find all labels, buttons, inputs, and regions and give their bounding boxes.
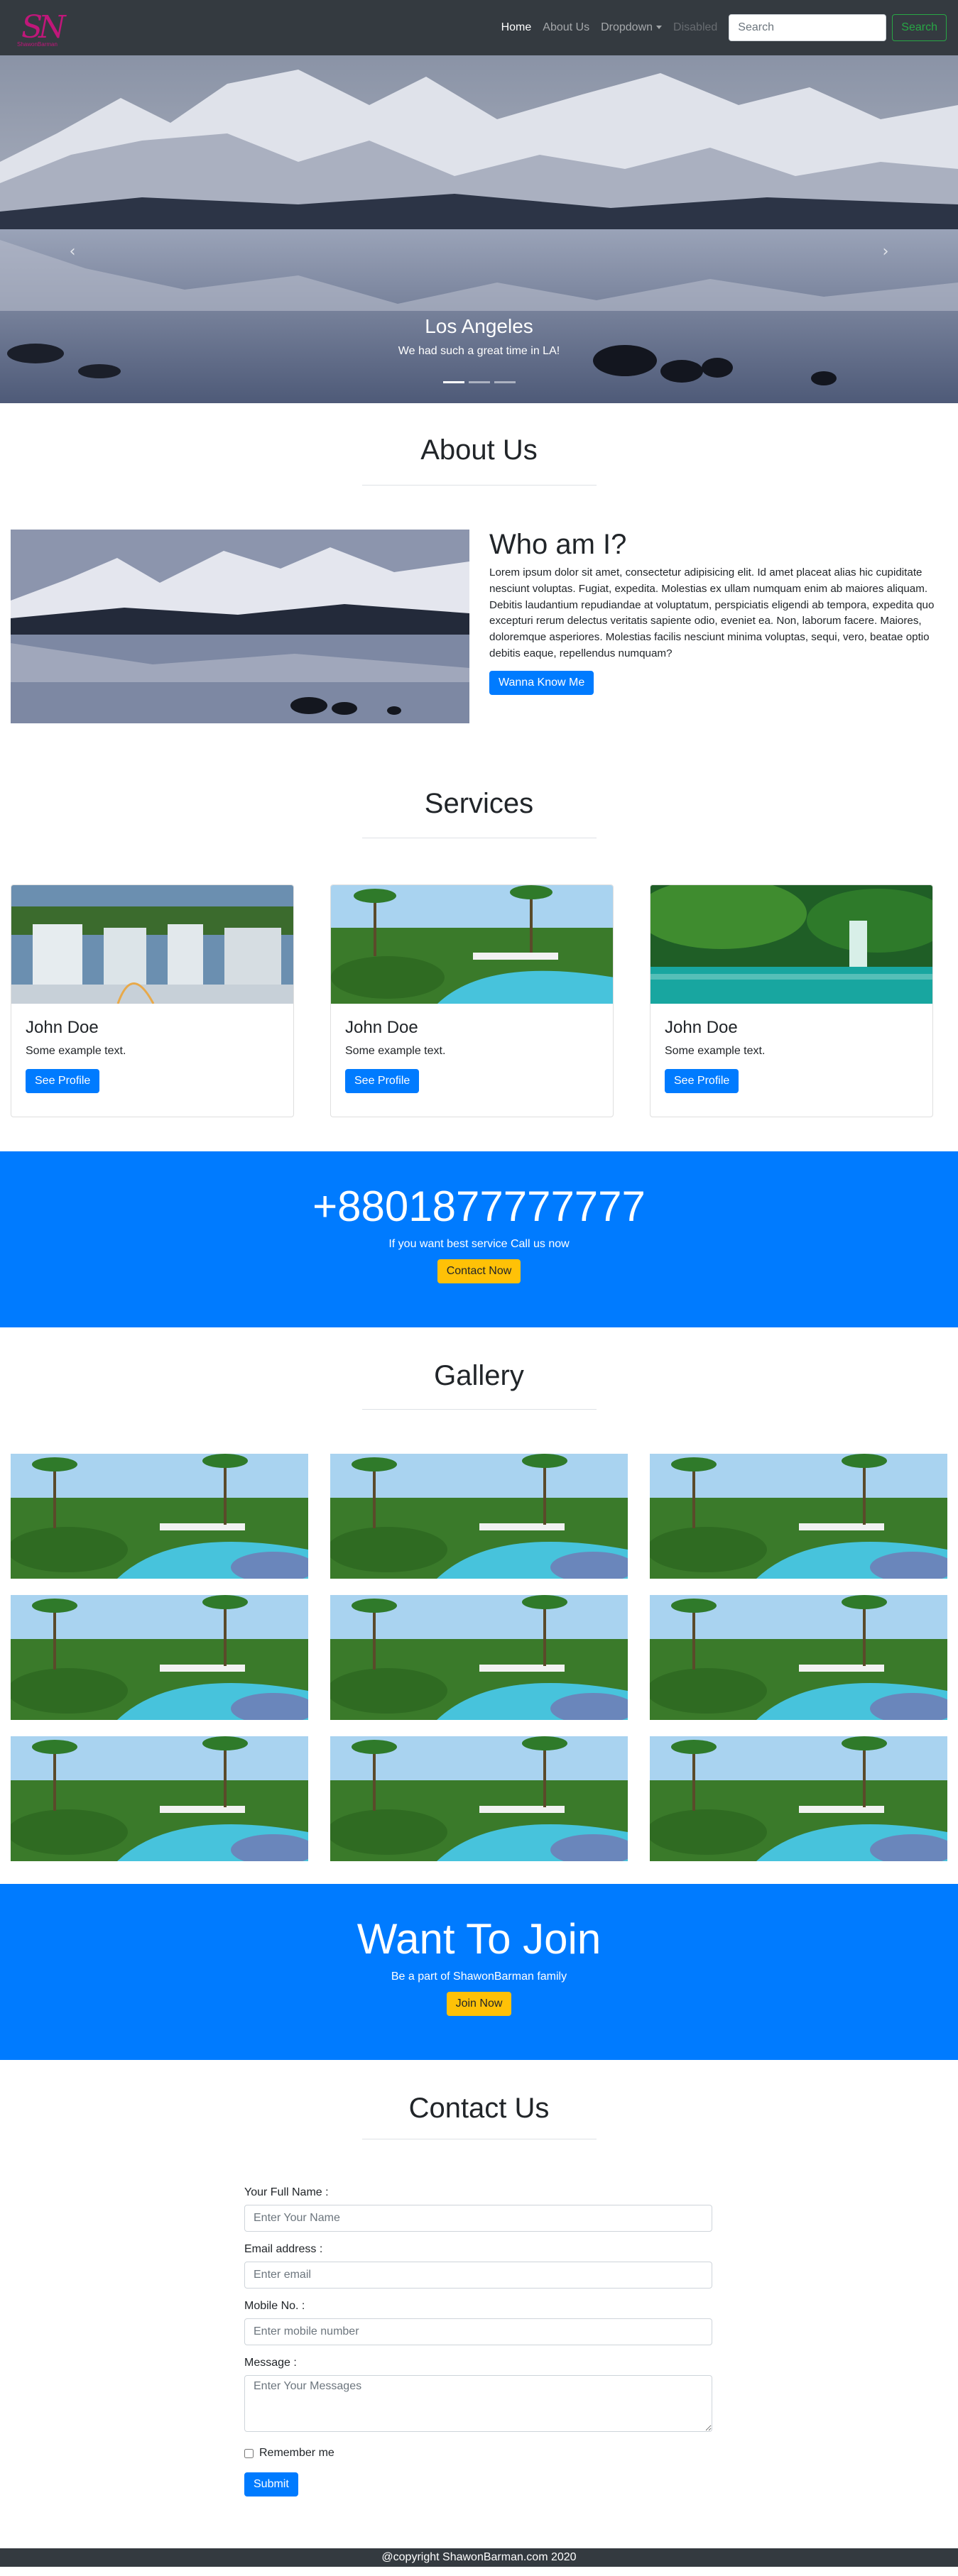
gallery-image[interactable]	[650, 1736, 947, 1861]
card-body: John Doe Some example text. See Profile	[11, 1004, 293, 1107]
join-now-button[interactable]: Join Now	[446, 1992, 512, 2016]
message-label: Message :	[244, 2357, 297, 2369]
carousel-caption-text: We had such a great time in LA!	[398, 345, 560, 357]
services-title: Services	[424, 788, 534, 819]
footer-copyright: @copyright ShawonBarman.com 2020	[381, 2551, 577, 2563]
carousel-caption-title: Los Angeles	[425, 315, 533, 337]
gallery-image[interactable]	[11, 1595, 308, 1720]
call-phone: +8801877777777	[312, 1183, 646, 1230]
card-title: John Doe	[665, 1018, 738, 1037]
service-card: John Doe Some example text. See Profile	[11, 884, 294, 1117]
remember-row: Remember me	[244, 2447, 712, 2460]
see-profile-button[interactable]: See Profile	[345, 1069, 420, 1093]
email-field[interactable]	[244, 2262, 712, 2289]
about-paragraph: Lorem ipsum dolor sit amet, consectetur …	[489, 566, 935, 659]
submit-button[interactable]: Submit	[244, 2472, 298, 2496]
carousel-prev-icon[interactable]: ‹	[64, 243, 81, 261]
brand-tagline: ShawonBarman	[17, 41, 58, 48]
carousel-indicator[interactable]	[494, 381, 516, 383]
contact-title: Contact Us	[408, 2093, 550, 2124]
card-title: John Doe	[26, 1018, 99, 1037]
mobile-field[interactable]	[244, 2318, 712, 2345]
remember-checkbox[interactable]	[244, 2448, 254, 2458]
card-image-lagoon	[651, 885, 932, 1004]
remember-label: Remember me	[259, 2447, 334, 2459]
gallery-image[interactable]	[330, 1736, 628, 1861]
gallery-image[interactable]	[330, 1595, 628, 1720]
about-title: About Us	[420, 434, 538, 466]
carousel-indicator[interactable]	[442, 381, 464, 383]
card-text: Some example text.	[665, 1045, 766, 1057]
service-card: John Doe Some example text. See Profile	[330, 884, 614, 1117]
message-field[interactable]	[244, 2375, 712, 2432]
search-input[interactable]	[729, 14, 887, 41]
gallery-image[interactable]	[11, 1454, 308, 1579]
about-text-block: Who am I? Lorem ipsum dolor sit amet, co…	[489, 529, 947, 695]
see-profile-button[interactable]: See Profile	[26, 1069, 100, 1093]
card-text: Some example text.	[26, 1045, 126, 1057]
service-card: John Doe Some example text. See Profile	[650, 884, 933, 1117]
about-heading: Who am I?	[489, 529, 627, 560]
caret-down-icon	[656, 26, 663, 30]
name-field[interactable]	[244, 2205, 712, 2232]
nav-link-home[interactable]: Home	[496, 21, 538, 34]
gallery-title: Gallery	[434, 1360, 524, 1391]
contact-form: Your Full Name : Email address : Mobile …	[244, 2186, 712, 2496]
footer: @copyright ShawonBarman.com 2020	[0, 2548, 958, 2567]
gallery-image[interactable]	[650, 1454, 947, 1579]
card-body: John Doe Some example text. See Profile	[651, 1004, 932, 1107]
nav-link-disabled: Disabled	[673, 21, 718, 33]
nav-dropdown-label: Dropdown	[601, 21, 653, 33]
join-band: Want To Join Be a part of ShawonBarman f…	[0, 1884, 958, 2060]
card-text: Some example text.	[345, 1045, 446, 1057]
navbar: SN ShawonBarman Home About Us Dropdown D…	[0, 0, 958, 55]
call-text: If you want best service Call us now	[388, 1238, 570, 1250]
nav-dropdown[interactable]: Dropdown	[595, 21, 668, 34]
contact-now-button[interactable]: Contact Now	[437, 1259, 521, 1283]
card-body: John Doe Some example text. See Profile	[331, 1004, 613, 1107]
join-text: Be a part of ShawonBarman family	[391, 1971, 567, 1983]
hero-carousel: ‹ › Los Angeles We had such a great time…	[0, 55, 958, 403]
carousel-caption: Los Angeles We had such a great time in …	[0, 315, 958, 358]
see-profile-button[interactable]: See Profile	[665, 1069, 739, 1093]
carousel-indicators	[0, 381, 958, 383]
about-title-rule	[362, 485, 597, 486]
join-title: Want To Join	[356, 1915, 602, 1963]
about-image	[11, 530, 469, 723]
search-button[interactable]: Search	[892, 14, 947, 41]
gallery-image[interactable]	[11, 1736, 308, 1861]
carousel-indicator[interactable]	[468, 381, 490, 383]
card-title: John Doe	[345, 1018, 418, 1037]
card-image-resort	[331, 885, 613, 1004]
wanna-know-me-button[interactable]: Wanna Know Me	[489, 670, 594, 695]
gallery-image[interactable]	[330, 1454, 628, 1579]
card-image-waterfalls	[11, 885, 293, 1004]
name-label: Your Full Name :	[244, 2186, 329, 2198]
mobile-label: Mobile No. :	[244, 2300, 305, 2312]
email-label: Email address :	[244, 2243, 323, 2255]
call-band: +8801877777777 If you want best service …	[0, 1151, 958, 1327]
gallery-title-rule	[362, 1409, 597, 1410]
brand-logo[interactable]: SN ShawonBarman	[16, 8, 83, 48]
nav-links: Home About Us Dropdown Disabled Search	[496, 14, 947, 41]
nav-link-about[interactable]: About Us	[537, 21, 595, 34]
carousel-next-icon[interactable]: ›	[877, 243, 894, 261]
gallery-image[interactable]	[650, 1595, 947, 1720]
